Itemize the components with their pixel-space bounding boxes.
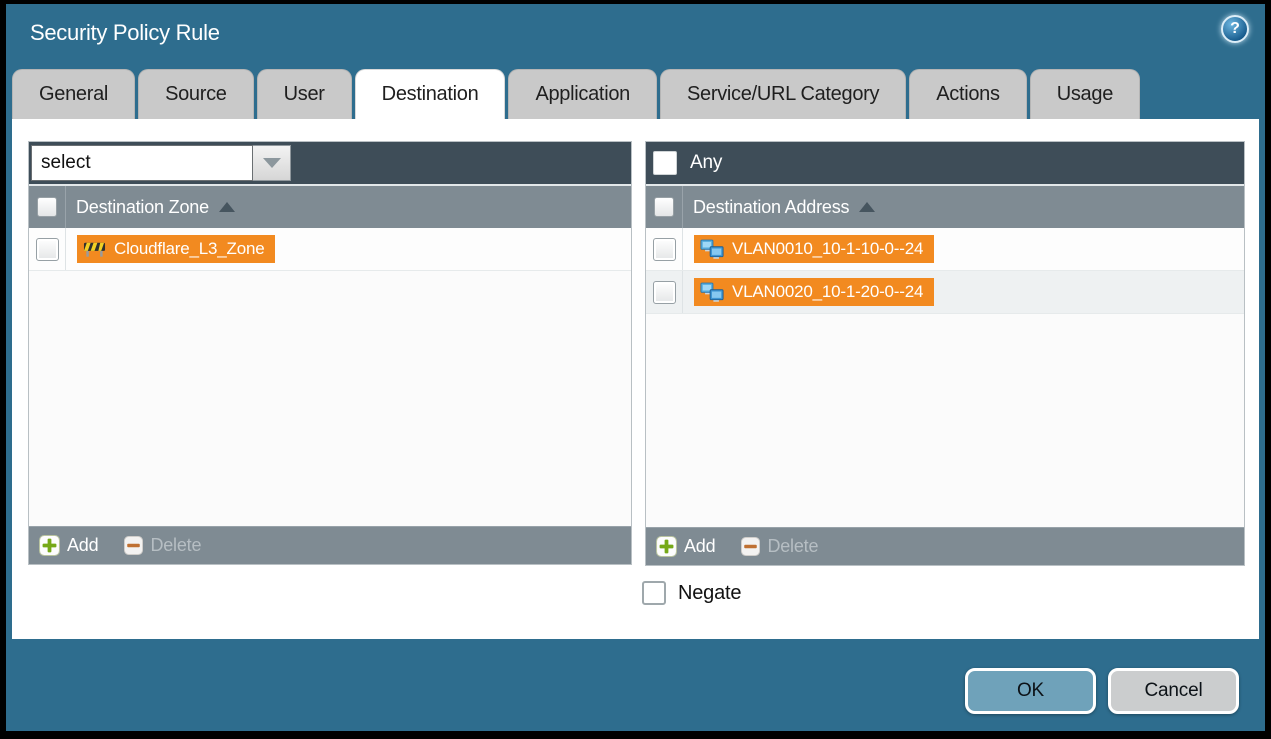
sort-ascending-icon[interactable] — [219, 202, 235, 212]
cancel-button[interactable]: Cancel — [1108, 668, 1239, 714]
address-select-all-checkbox[interactable] — [654, 197, 674, 217]
tab-user[interactable]: User — [257, 69, 352, 119]
zone-panel-toolbar — [29, 142, 631, 184]
address-list: VLAN0010_10-1-10-0--24 — [646, 228, 1244, 527]
address-row-checkbox[interactable] — [653, 281, 676, 304]
tab-actions[interactable]: Actions — [909, 69, 1027, 119]
tab-application[interactable]: Application — [508, 69, 657, 119]
screenshot-root: Security Policy Rule ? General Source Us… — [0, 0, 1271, 739]
table-row[interactable]: VLAN0020_10-1-20-0--24 — [646, 271, 1244, 314]
zone-column-header-row: Destination Zone — [29, 184, 631, 228]
zone-add-button[interactable]: Add — [39, 535, 98, 556]
plus-icon — [656, 536, 677, 557]
help-icon[interactable]: ? — [1221, 15, 1249, 43]
negate-checkbox[interactable] — [642, 581, 666, 605]
minus-icon — [124, 536, 143, 555]
any-checkbox[interactable] — [653, 151, 677, 175]
zone-chip[interactable]: Cloudflare_L3_Zone — [77, 235, 275, 263]
address-chip-label: VLAN0020_10-1-20-0--24 — [732, 282, 923, 302]
address-chip[interactable]: VLAN0010_10-1-10-0--24 — [694, 235, 934, 263]
dialog-title: Security Policy Rule — [30, 20, 220, 46]
address-panel-footer: Add Delete — [646, 527, 1244, 565]
security-policy-rule-dialog: Security Policy Rule ? General Source Us… — [6, 4, 1265, 731]
address-chip[interactable]: VLAN0020_10-1-20-0--24 — [694, 278, 934, 306]
address-panel-toolbar: Any — [646, 142, 1244, 184]
zone-select-dropdown-button[interactable] — [253, 145, 291, 181]
zone-select-all-checkbox[interactable] — [37, 197, 57, 217]
zone-chip-label: Cloudflare_L3_Zone — [114, 239, 264, 259]
zone-column-header[interactable]: Destination Zone — [76, 197, 209, 218]
address-column-header[interactable]: Destination Address — [693, 197, 849, 218]
minus-icon — [741, 537, 760, 556]
plus-icon — [39, 535, 60, 556]
chevron-down-icon — [263, 158, 281, 168]
address-delete-button[interactable]: Delete — [741, 536, 818, 557]
tab-source[interactable]: Source — [138, 69, 254, 119]
tab-usage[interactable]: Usage — [1030, 69, 1140, 119]
tab-bar: General Source User Destination Applicat… — [12, 69, 1140, 119]
network-address-icon — [700, 239, 724, 260]
address-row-checkbox[interactable] — [653, 238, 676, 261]
address-add-button[interactable]: Add — [656, 536, 715, 557]
negate-option: Negate — [642, 581, 741, 605]
table-row[interactable]: VLAN0010_10-1-10-0--24 — [646, 228, 1244, 271]
zone-delete-button[interactable]: Delete — [124, 535, 201, 556]
zone-row-checkbox[interactable] — [36, 238, 59, 261]
zone-list: Cloudflare_L3_Zone — [29, 228, 631, 526]
destination-address-panel: Any Destination Address — [645, 141, 1245, 566]
sort-ascending-icon[interactable] — [859, 202, 875, 212]
zone-barricade-icon — [83, 240, 106, 258]
destination-zone-panel: Destination Zone — [28, 141, 632, 565]
tab-destination[interactable]: Destination — [355, 69, 506, 119]
tab-service-url-category[interactable]: Service/URL Category — [660, 69, 906, 119]
any-label: Any — [690, 152, 722, 174]
destination-tab-content: Destination Zone — [12, 119, 1259, 639]
zone-panel-footer: Add Delete — [29, 526, 631, 564]
table-row[interactable]: Cloudflare_L3_Zone — [29, 228, 631, 271]
tab-general[interactable]: General — [12, 69, 135, 119]
network-address-icon — [700, 282, 724, 303]
ok-button[interactable]: OK — [965, 668, 1096, 714]
negate-label: Negate — [678, 582, 741, 605]
zone-select-input[interactable] — [31, 145, 253, 181]
address-chip-label: VLAN0010_10-1-10-0--24 — [732, 239, 923, 259]
address-column-header-row: Destination Address — [646, 184, 1244, 228]
